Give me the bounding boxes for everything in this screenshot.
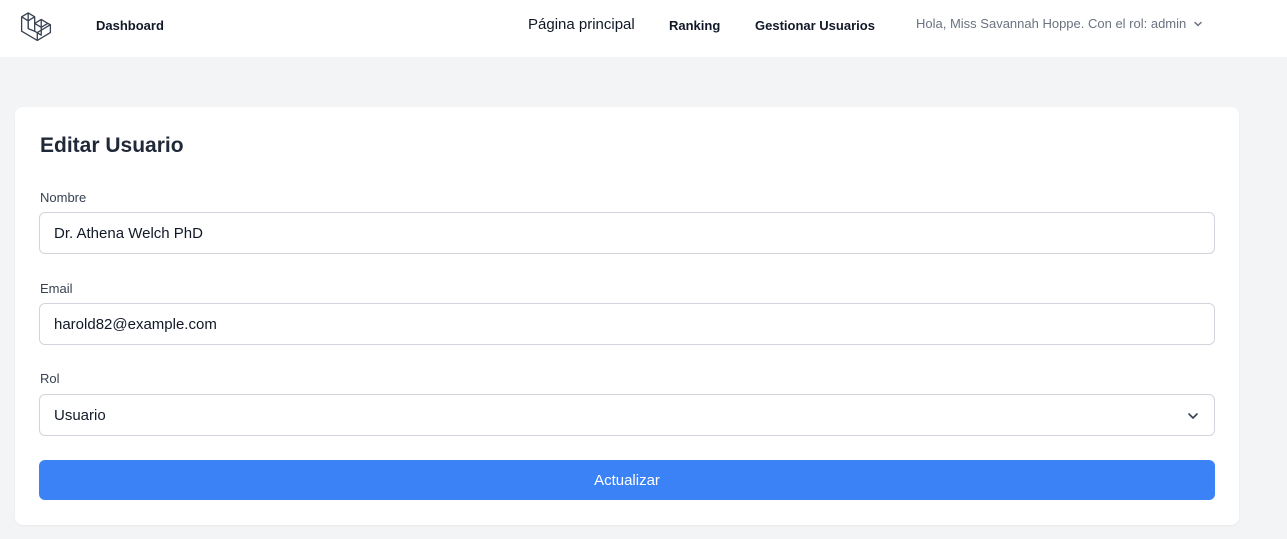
user-greeting: Hola, Miss Savannah Hoppe. Con el rol: a…: [916, 16, 1187, 31]
chevron-down-icon: [1194, 21, 1203, 26]
name-field-value: Dr. Athena Welch PhD: [54, 224, 203, 242]
role-select[interactable]: Usuario: [39, 394, 1215, 436]
page-title: Editar Usuario: [40, 134, 184, 157]
role-label: Rol: [40, 371, 60, 386]
nav-link-home[interactable]: Página principal: [528, 16, 635, 33]
nav-link-dashboard[interactable]: Dashboard: [96, 18, 164, 33]
chevron-down-icon: [1188, 413, 1198, 419]
nav-link-ranking[interactable]: Ranking: [669, 18, 720, 33]
email-field[interactable]: harold82@example.com: [39, 303, 1215, 345]
email-label: Email: [40, 281, 73, 296]
email-field-value: harold82@example.com: [54, 315, 217, 333]
user-menu-dropdown[interactable]: Hola, Miss Savannah Hoppe. Con el rol: a…: [916, 16, 1204, 31]
name-field[interactable]: Dr. Athena Welch PhD: [39, 212, 1215, 254]
top-navigation: Dashboard Página principal Ranking Gesti…: [0, 0, 1287, 57]
role-select-value: Usuario: [54, 406, 106, 424]
name-label: Nombre: [40, 190, 87, 205]
laravel-logo-icon[interactable]: [18, 8, 54, 44]
nav-link-manage-users[interactable]: Gestionar Usuarios: [755, 18, 875, 33]
update-button[interactable]: Actualizar: [39, 460, 1215, 500]
